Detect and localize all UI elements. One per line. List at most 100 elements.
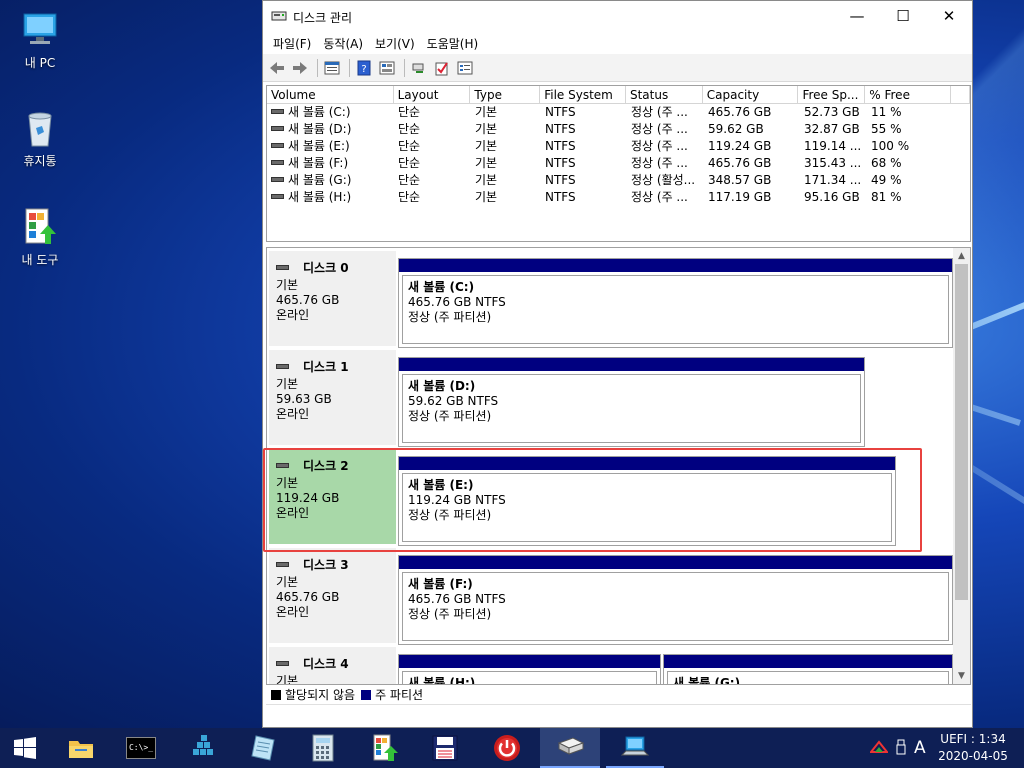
disk-size: 119.24 GB: [276, 491, 340, 505]
toolbar-separator: [317, 58, 318, 77]
view-icon[interactable]: [377, 58, 397, 78]
drive-icon: [271, 194, 284, 199]
menu-view[interactable]: 보기(V): [369, 35, 421, 52]
volume-list: Volume Layout Type File System Status Ca…: [266, 85, 971, 242]
settings-icon[interactable]: [455, 58, 475, 78]
disk-row-0: 디스크 0 기본 465.76 GB 온라인 새 볼륨 (C:) 465.76 …: [267, 248, 953, 348]
file-explorer-icon[interactable]: [56, 728, 106, 768]
windows-start-icon[interactable]: [0, 728, 50, 768]
disk-drive-icon: [276, 364, 289, 369]
volume-layout: 단순: [398, 122, 421, 136]
partition-status: 정상 (주 파티션): [408, 310, 492, 324]
vertical-scrollbar[interactable]: ▲ ▼: [953, 248, 970, 684]
table-row[interactable]: 새 볼륨 (E:) 단순 기본 NTFS 정상 (주 ... 119.24 GB…: [267, 138, 970, 155]
tools-icon[interactable]: [360, 728, 410, 768]
volume-capacity: 348.57 GB: [708, 173, 772, 187]
network-computer-icon[interactable]: [606, 728, 664, 768]
partition-h[interactable]: 새 볼륨 (H:): [398, 654, 661, 684]
help-icon[interactable]: ?: [354, 58, 374, 78]
volume-status: 정상 (주 ...: [631, 105, 688, 119]
scrollbar-thumb[interactable]: [955, 264, 968, 600]
partition-size: 465.76 GB NTFS: [408, 295, 506, 309]
volume-file-system: NTFS: [545, 190, 576, 204]
disk-info-4[interactable]: 디스크 4 기본: [269, 647, 396, 685]
desktop-icon-my-tools[interactable]: 내 도구: [4, 207, 76, 268]
column-header-type[interactable]: Type: [470, 86, 541, 103]
volume-capacity: 465.76 GB: [708, 156, 772, 170]
column-header-status[interactable]: Status: [626, 86, 703, 103]
check-icon[interactable]: [432, 58, 452, 78]
close-button[interactable]: ✕: [926, 1, 972, 32]
column-header-file-system[interactable]: File System: [540, 86, 626, 103]
menu-help[interactable]: 도움말(H): [421, 35, 485, 52]
volume-name: 새 볼륨 (F:): [288, 156, 349, 170]
table-row[interactable]: 새 볼륨 (G:) 단순 기본 NTFS 정상 (활성... 348.57 GB…: [267, 172, 970, 189]
desktop-icon-my-pc[interactable]: 내 PC: [4, 10, 76, 71]
network-tray-icon[interactable]: [868, 739, 890, 757]
partition-name: 새 볼륨 (E:): [408, 478, 474, 492]
column-header-volume[interactable]: Volume: [267, 86, 394, 103]
calculator-icon[interactable]: [298, 728, 348, 768]
command-prompt-icon[interactable]: C:\>_: [116, 728, 166, 768]
volume-name: 새 볼륨 (H:): [288, 190, 352, 204]
column-header-filler: [951, 86, 970, 103]
disk-type: 기본: [276, 674, 299, 685]
partition-c[interactable]: 새 볼륨 (C:) 465.76 GB NTFS 정상 (주 파티션): [398, 258, 953, 348]
partition-e[interactable]: 새 볼륨 (E:) 119.24 GB NTFS 정상 (주 파티션): [398, 456, 896, 546]
disk-info-0[interactable]: 디스크 0 기본 465.76 GB 온라인: [269, 251, 396, 346]
disk-name: 디스크 4: [303, 657, 349, 671]
column-header-layout[interactable]: Layout: [394, 86, 471, 103]
partition-f[interactable]: 새 볼륨 (F:) 465.76 GB NTFS 정상 (주 파티션): [398, 555, 953, 645]
menu-file[interactable]: 파일(F): [267, 35, 317, 52]
volume-free-space: 315.43 ...: [804, 156, 862, 170]
maximize-button[interactable]: ☐: [880, 1, 926, 32]
usb-tray-icon[interactable]: [896, 739, 906, 758]
power-icon[interactable]: [482, 728, 532, 768]
input-method-indicator[interactable]: A: [914, 738, 926, 758]
volume-type: 기본: [475, 139, 498, 153]
scroll-down-icon[interactable]: ▼: [953, 668, 970, 684]
disk-type: 기본: [276, 278, 299, 292]
taskbar: C:\>_ A UEFI : 1:34 2020-04-05: [0, 728, 1024, 768]
table-row[interactable]: 새 볼륨 (D:) 단순 기본 NTFS 정상 (주 ... 59.62 GB …: [267, 121, 970, 138]
volume-free-space: 171.34 ...: [804, 173, 862, 187]
scroll-up-icon[interactable]: ▲: [953, 248, 970, 264]
column-header-percent-free[interactable]: % Free: [865, 86, 952, 103]
window-title: 디스크 관리: [293, 11, 353, 25]
properties-icon[interactable]: [322, 58, 342, 78]
back-arrow-icon[interactable]: [267, 58, 287, 78]
partition-d[interactable]: 새 볼륨 (D:) 59.62 GB NTFS 정상 (주 파티션): [398, 357, 865, 447]
drive-icon: [271, 126, 284, 131]
taskbar-clock[interactable]: UEFI : 1:34 2020-04-05: [928, 731, 1018, 765]
disk-name: 디스크 0: [303, 261, 349, 275]
disk-info-3[interactable]: 디스크 3 기본 465.76 GB 온라인: [269, 548, 396, 643]
minimize-button[interactable]: —: [834, 1, 880, 32]
primary-partition-bar: [664, 655, 952, 668]
floppy-save-icon[interactable]: [420, 728, 470, 768]
column-header-free-space[interactable]: Free Sp...: [798, 86, 866, 103]
table-row[interactable]: 새 볼륨 (H:) 단순 기본 NTFS 정상 (주 ... 117.19 GB…: [267, 189, 970, 206]
volume-status: 정상 (주 ...: [631, 139, 688, 153]
forward-arrow-icon[interactable]: [290, 58, 310, 78]
table-row[interactable]: 새 볼륨 (C:) 단순 기본 NTFS 정상 (주 ... 465.76 GB…: [267, 104, 970, 121]
disk-management-icon: [271, 10, 287, 22]
volume-name: 새 볼륨 (E:): [288, 139, 350, 153]
connect-icon[interactable]: [409, 58, 429, 78]
table-row[interactable]: 새 볼륨 (F:) 단순 기본 NTFS 정상 (주 ... 465.76 GB…: [267, 155, 970, 172]
disk-management-taskbar-icon[interactable]: [540, 728, 600, 768]
partition-name: 새 볼륨 (D:): [408, 379, 476, 393]
disk-info-2[interactable]: 디스크 2 기본 119.24 GB 온라인: [269, 449, 396, 544]
partition-status: 정상 (주 파티션): [408, 607, 492, 621]
column-header-capacity[interactable]: Capacity: [703, 86, 799, 103]
cube-app-icon[interactable]: [178, 728, 228, 768]
notepad-icon[interactable]: [238, 728, 288, 768]
title-bar[interactable]: 디스크 관리 — ☐ ✕: [263, 1, 972, 32]
volume-percent-free: 11 %: [871, 105, 902, 119]
volume-free-space: 52.73 GB: [804, 105, 860, 119]
partition-g[interactable]: 새 볼륨 (G:): [663, 654, 953, 684]
disk-info-1[interactable]: 디스크 1 기본 59.63 GB 온라인: [269, 350, 396, 445]
menu-action[interactable]: 동작(A): [317, 35, 369, 52]
volume-type: 기본: [475, 105, 498, 119]
toolbar-separator: [404, 58, 405, 77]
desktop-icon-recycle-bin[interactable]: 휴지통: [4, 108, 76, 169]
